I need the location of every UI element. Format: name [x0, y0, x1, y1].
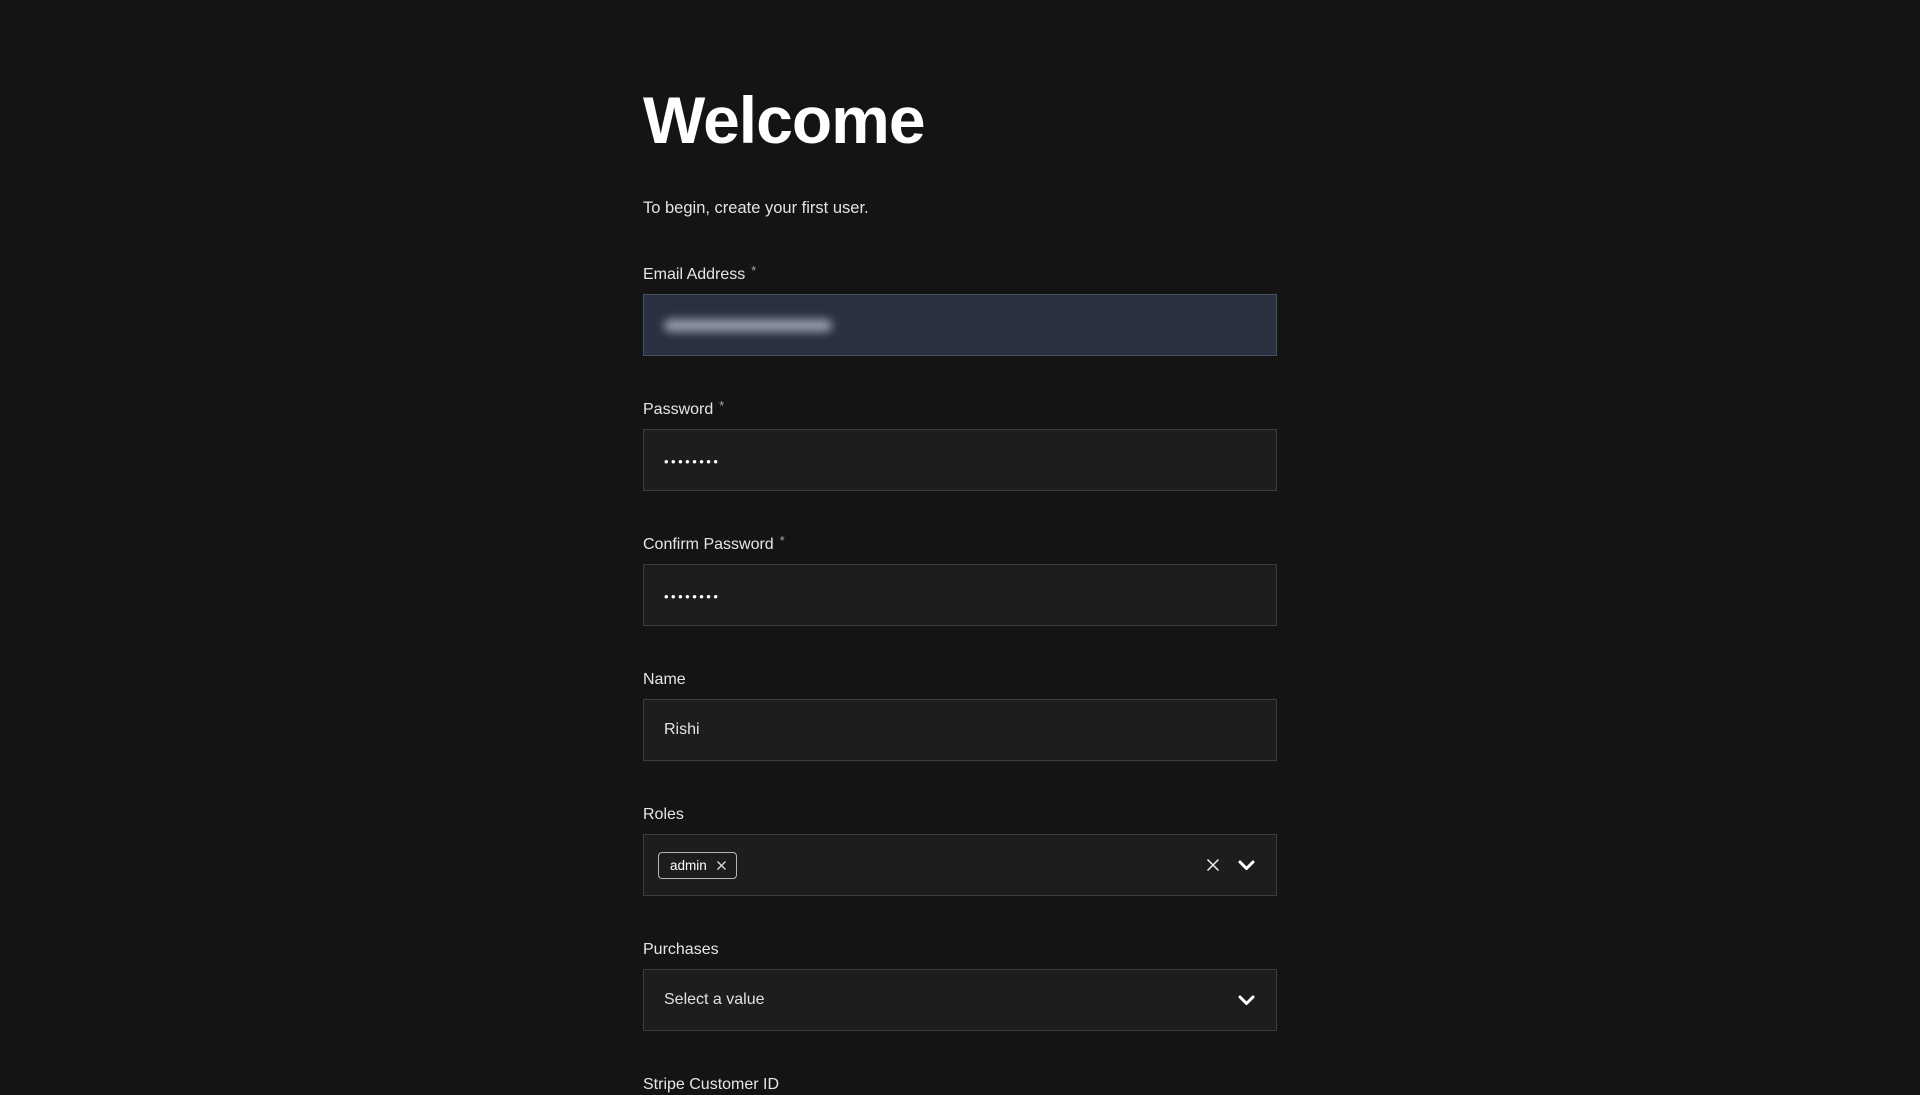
confirm-password-masked-value: ••••••••	[664, 589, 720, 604]
page-title: Welcome	[643, 86, 1277, 154]
email-label: Email Address *	[643, 265, 1277, 285]
roles-selected-values: admin	[658, 852, 737, 879]
email-label-text: Email Address	[643, 266, 745, 283]
setup-form-container: Welcome To begin, create your first user…	[643, 0, 1277, 1075]
password-required-mark: *	[719, 399, 724, 413]
name-label: Name	[643, 670, 1277, 690]
password-field-group: Password * ••••••••	[643, 400, 1277, 491]
stripe-customer-id-label: Stripe Customer ID	[643, 1075, 779, 1095]
page-subtitle: To begin, create your first user.	[643, 198, 1277, 218]
confirm-password-required-mark: *	[780, 534, 785, 548]
purchases-label: Purchases	[643, 940, 1277, 960]
password-masked-value: ••••••••	[664, 454, 720, 469]
email-field-group: Email Address *	[643, 265, 1277, 356]
roles-label: Roles	[643, 805, 1277, 825]
confirm-password-label: Confirm Password *	[643, 535, 1277, 555]
roles-chip-label: admin	[670, 857, 707, 874]
name-field[interactable]: Rishi	[643, 699, 1277, 761]
roles-multiselect[interactable]: admin	[643, 834, 1277, 896]
name-field-group: Name Rishi	[643, 670, 1277, 761]
roles-indicators	[1205, 857, 1255, 873]
chip-remove-icon[interactable]	[716, 860, 727, 871]
purchases-placeholder: Select a value	[664, 991, 765, 1009]
purchases-select[interactable]: Select a value	[643, 969, 1277, 1031]
clear-all-icon[interactable]	[1205, 857, 1221, 873]
setup-page: { "page": { "title": "Welcome", "subtitl…	[0, 0, 1920, 1082]
chevron-down-icon[interactable]	[1238, 860, 1255, 871]
roles-field-group: Roles admin	[643, 805, 1277, 896]
password-label-text: Password	[643, 401, 713, 418]
create-first-user-form: Email Address * Password * •••••••• Confir…	[643, 265, 1277, 1031]
password-field[interactable]: ••••••••	[643, 429, 1277, 491]
purchases-field-group: Purchases Select a value	[643, 940, 1277, 1031]
roles-chip-admin[interactable]: admin	[658, 852, 737, 879]
confirm-password-field-group: Confirm Password * ••••••••	[643, 535, 1277, 626]
chevron-down-icon[interactable]	[1238, 995, 1255, 1006]
confirm-password-label-text: Confirm Password	[643, 536, 774, 553]
email-field[interactable]	[643, 294, 1277, 356]
email-redacted-value	[664, 319, 832, 332]
email-required-mark: *	[751, 264, 756, 278]
confirm-password-field[interactable]: ••••••••	[643, 564, 1277, 626]
password-label: Password *	[643, 400, 1277, 420]
name-value: Rishi	[664, 721, 700, 739]
